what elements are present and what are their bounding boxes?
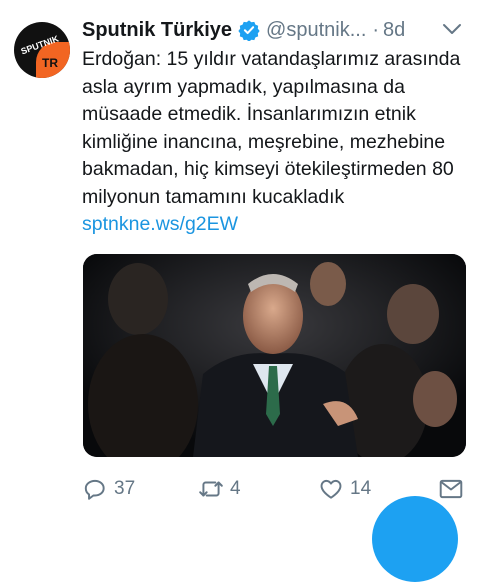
- timestamp[interactable]: 8d: [383, 19, 405, 42]
- retweet-action[interactable]: 4: [198, 474, 241, 504]
- avatar[interactable]: SPUTNIK TR: [14, 22, 70, 78]
- tweet-photo[interactable]: [83, 254, 466, 457]
- verified-icon: [238, 20, 260, 41]
- like-icon: [320, 479, 342, 499]
- retweet-icon: [199, 481, 223, 497]
- tweet-link[interactable]: sptnkne.ws/g2EW: [82, 213, 238, 235]
- reply-action[interactable]: 37: [82, 474, 135, 504]
- avatar-tr: TR: [42, 56, 58, 70]
- direct-message-icon: [439, 479, 463, 499]
- reply-icon: [84, 479, 105, 500]
- handle[interactable]: @sputnik...: [266, 19, 366, 42]
- compose-button[interactable]: [372, 496, 458, 582]
- tweet-text: Erdoğan: 15 yıldır vatandaşlarımız arası…: [82, 46, 467, 239]
- reply-count: 37: [114, 478, 136, 499]
- retweet-count: 4: [230, 478, 241, 499]
- tweet-header: Sputnik Türkiye @sputnik... · 8d: [82, 16, 462, 44]
- photo-image: [83, 254, 466, 457]
- separator: ·: [372, 18, 380, 41]
- tweet-body: Erdoğan: 15 yıldır vatandaşlarımız arası…: [82, 48, 461, 208]
- display-name[interactable]: Sputnik Türkiye: [82, 19, 232, 42]
- chevron-down-icon[interactable]: [442, 22, 462, 36]
- like-action[interactable]: 14: [318, 474, 371, 504]
- like-count: 14: [350, 478, 372, 499]
- direct-message-action[interactable]: [438, 474, 464, 504]
